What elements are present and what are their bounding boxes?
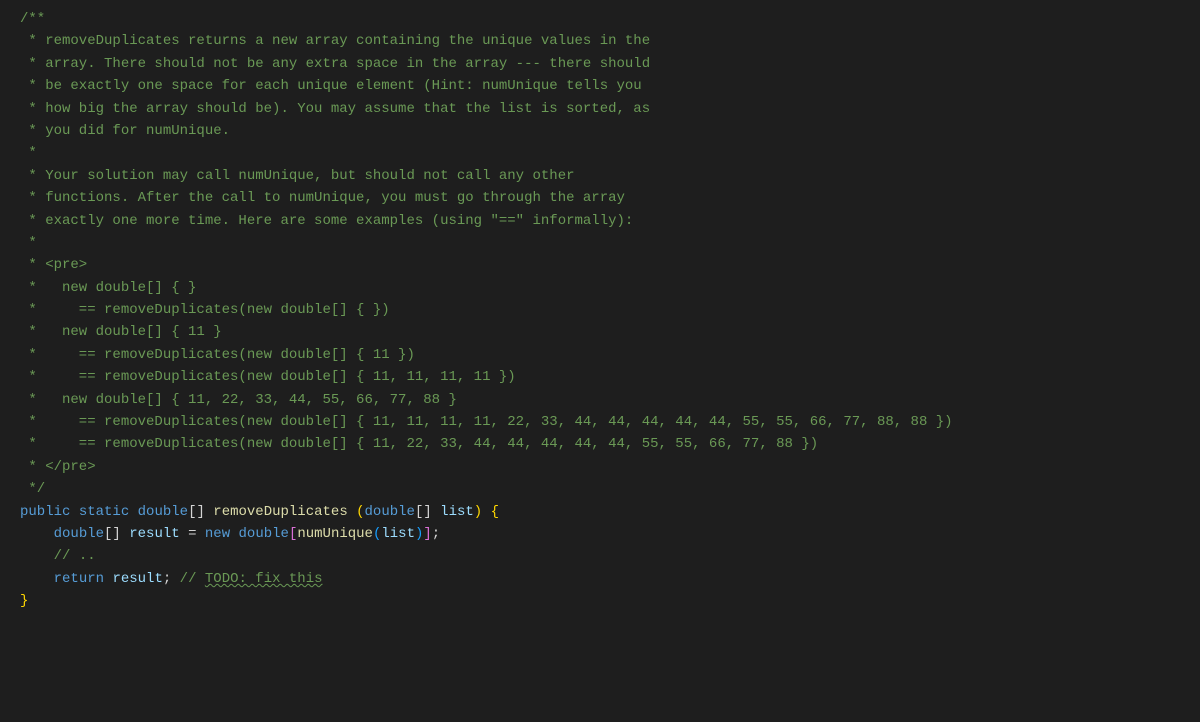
code-line[interactable]: * exactly one more time. Here are some e… — [20, 210, 1200, 232]
code-line[interactable]: * be exactly one space for each unique e… — [20, 75, 1200, 97]
code-line[interactable]: return result; // TODO: fix this — [20, 568, 1200, 590]
code-line[interactable]: * new double[] { 11 } — [20, 321, 1200, 343]
code-line[interactable]: * new double[] { } — [20, 277, 1200, 299]
code-line[interactable]: * == removeDuplicates(new double[] { 11,… — [20, 411, 1200, 433]
code-line[interactable]: * </pre> — [20, 456, 1200, 478]
code-line[interactable]: } — [20, 590, 1200, 612]
code-line[interactable]: * Your solution may call numUnique, but … — [20, 165, 1200, 187]
code-line[interactable]: double[] result = new double[numUnique(l… — [20, 523, 1200, 545]
code-line[interactable]: * how big the array should be). You may … — [20, 98, 1200, 120]
code-line[interactable]: * == removeDuplicates(new double[] { 11,… — [20, 366, 1200, 388]
code-line[interactable]: // .. — [20, 545, 1200, 567]
code-line[interactable]: * — [20, 142, 1200, 164]
code-line[interactable]: * == removeDuplicates(new double[] { 11 … — [20, 344, 1200, 366]
code-line[interactable]: * array. There should not be any extra s… — [20, 53, 1200, 75]
code-line[interactable]: public static double[] removeDuplicates … — [20, 501, 1200, 523]
code-line[interactable]: /** — [20, 8, 1200, 30]
code-line[interactable]: * == removeDuplicates(new double[] { }) — [20, 299, 1200, 321]
code-line[interactable]: * removeDuplicates returns a new array c… — [20, 30, 1200, 52]
code-line[interactable]: * — [20, 232, 1200, 254]
code-line[interactable]: * == removeDuplicates(new double[] { 11,… — [20, 433, 1200, 455]
code-line[interactable]: * new double[] { 11, 22, 33, 44, 55, 66,… — [20, 389, 1200, 411]
code-line[interactable]: */ — [20, 478, 1200, 500]
code-editor[interactable]: /** * removeDuplicates returns a new arr… — [0, 8, 1200, 613]
code-line[interactable]: * you did for numUnique. — [20, 120, 1200, 142]
code-line[interactable]: * <pre> — [20, 254, 1200, 276]
code-line[interactable]: * functions. After the call to numUnique… — [20, 187, 1200, 209]
